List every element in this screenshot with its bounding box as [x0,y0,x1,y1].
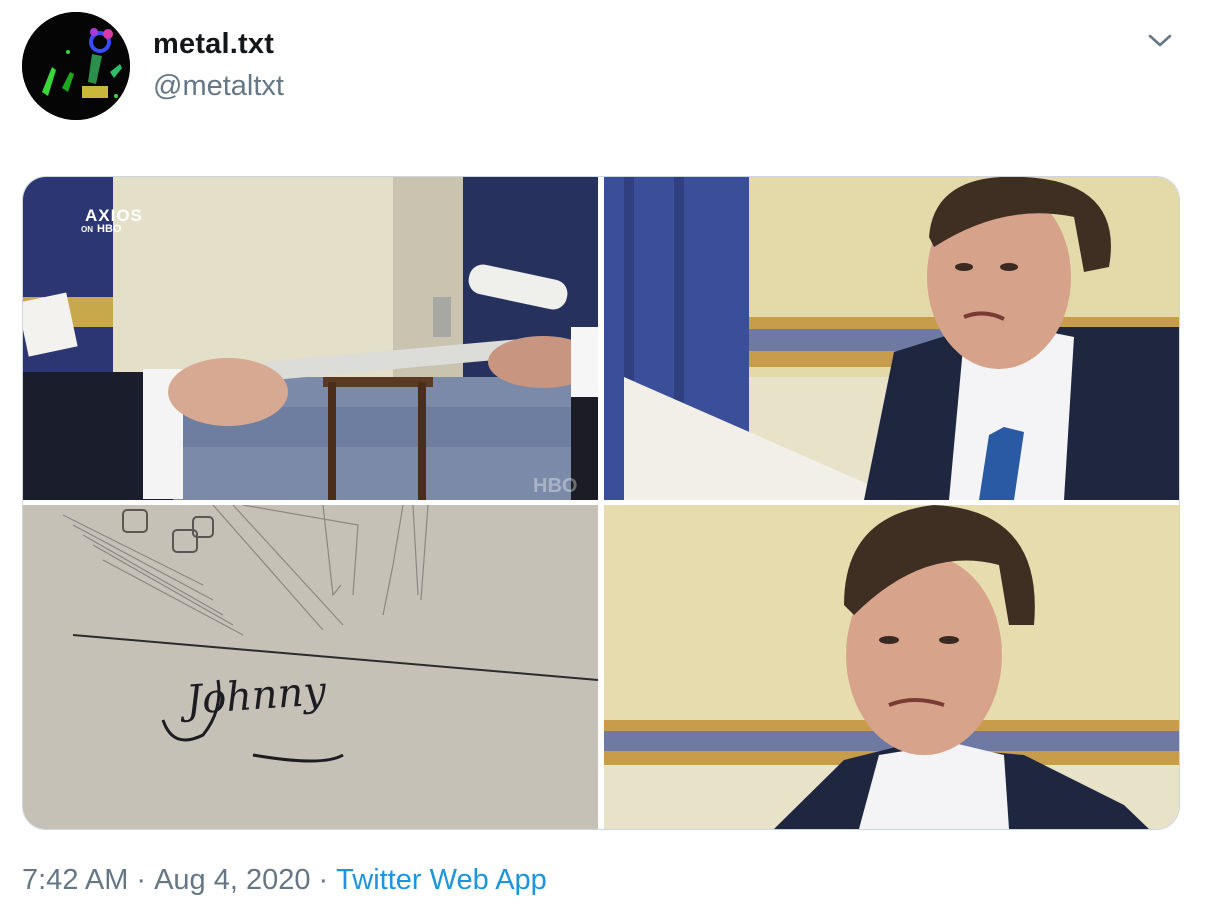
author-display-name[interactable]: metal.txt [153,28,274,61]
axios-watermark: AXIOS ON HBO [81,206,143,235]
tweet-metadata: 7:42 AM · Aug 4, 2020 · Twitter Web App [22,864,547,897]
media-photo-3[interactable]: Johnny [23,505,598,829]
separator-dot: · [318,864,329,896]
media-photo-2[interactable] [604,177,1179,500]
tweet-source-link[interactable]: Twitter Web App [336,864,547,896]
hbo-corner-watermark: HBO [533,475,578,497]
media-photo-1[interactable]: AXIOS ON HBO HBO [23,177,598,500]
separator-dot: · [136,864,147,896]
signature-text: Johnny [184,668,328,724]
media-grid: AXIOS ON HBO HBO Johnny [22,176,1180,830]
tweet-time[interactable]: 7:42 AM [22,864,128,896]
media-photo-4[interactable] [604,505,1179,829]
author-handle[interactable]: @metaltxt [153,70,284,103]
chevron-down-icon[interactable] [1146,28,1174,52]
skeleton-avatar-image [22,12,130,120]
tweet-date[interactable]: Aug 4, 2020 [154,864,310,896]
avatar[interactable] [22,12,130,120]
